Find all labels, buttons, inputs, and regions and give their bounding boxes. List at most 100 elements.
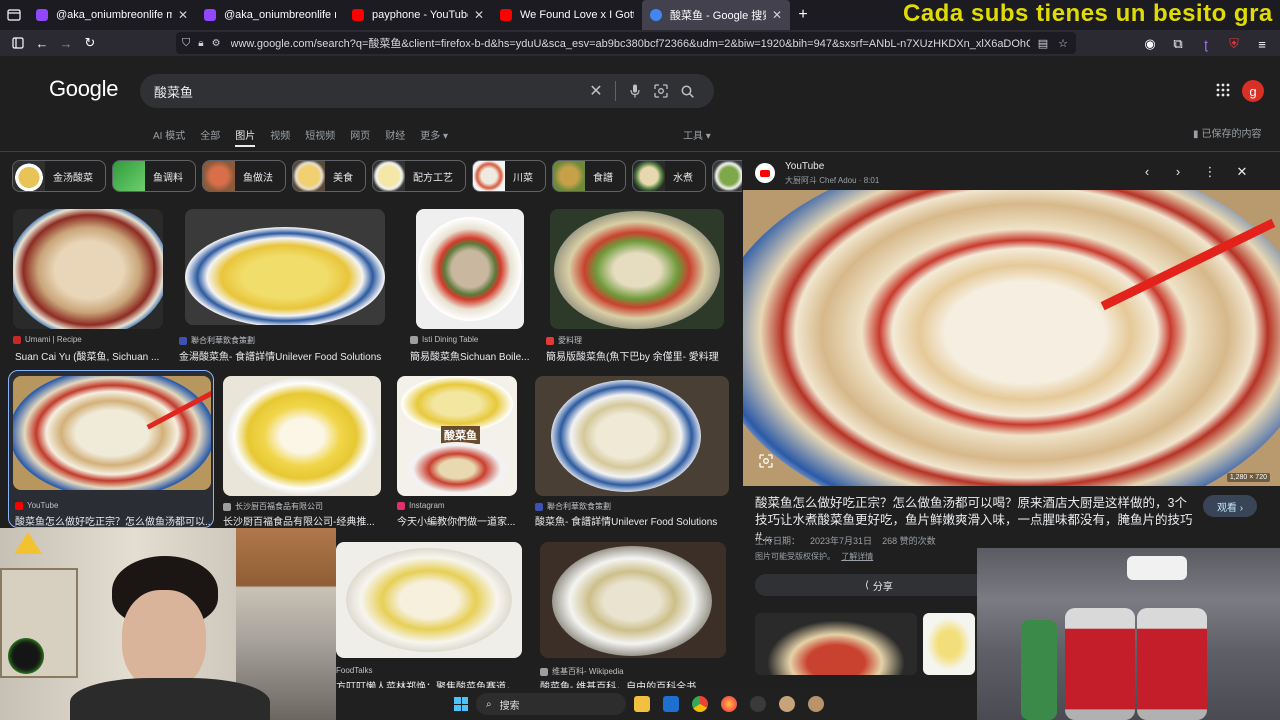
result-title[interactable]: 酸菜魚- 食譜詳情Unilever Food Solutions <box>535 513 735 528</box>
result-image[interactable] <box>535 376 729 496</box>
browser-tab-active[interactable]: 酸菜鱼 - Google 搜索 ✕ <box>642 0 790 30</box>
google-logo[interactable]: Google <box>49 76 118 102</box>
filter-chip[interactable]: 食譜 <box>552 160 626 192</box>
filter-chip[interactable]: 金汤酸菜 <box>12 160 106 192</box>
result-image[interactable] <box>13 209 163 329</box>
result-title[interactable]: 长沙厨百福食品有限公司-经典推... <box>223 513 383 528</box>
preview-site-name[interactable]: YouTube <box>785 161 824 172</box>
result-image[interactable] <box>550 209 724 329</box>
result-title[interactable]: 今天小編教你們做一道家... <box>397 513 521 528</box>
filter-chip[interactable]: 川味 <box>712 160 742 192</box>
clear-icon[interactable]: ✕ <box>583 78 609 104</box>
saved-content-link[interactable]: ▮ 已保存的内容 <box>1193 125 1262 140</box>
close-preview-icon[interactable]: ✕ <box>1234 164 1250 180</box>
google-lens-icon[interactable] <box>648 78 674 104</box>
back-icon[interactable]: ← <box>30 31 54 55</box>
search-icon[interactable] <box>674 78 700 104</box>
result-image[interactable] <box>185 209 385 325</box>
sidebar-icon[interactable] <box>6 31 30 55</box>
outlook-icon[interactable] <box>663 696 679 712</box>
image-result[interactable]: 聯合利華飲食策劃 金湯酸菜魚- 食譜詳情Unilever Food Soluti… <box>179 209 389 363</box>
image-result[interactable]: Isti Dining Table 簡易酸菜魚Sichuan Boile... <box>410 209 530 363</box>
tab-videos[interactable]: 视频 <box>270 127 290 142</box>
related-image[interactable] <box>923 613 975 675</box>
filter-chip[interactable]: 鱼做法 <box>202 160 286 192</box>
result-title[interactable]: Suan Cai Yu (酸菜鱼, Sichuan ... <box>15 348 163 363</box>
result-image[interactable] <box>223 376 381 496</box>
shield-icon[interactable]: ⛉ <box>182 37 190 50</box>
more-options-icon[interactable]: ⋮ <box>1202 164 1218 180</box>
filter-chip[interactable]: 川菜 <box>472 160 546 192</box>
filter-chip[interactable]: 鱼调料 <box>112 160 196 192</box>
next-result-icon[interactable]: › <box>1170 164 1186 179</box>
tab-more[interactable]: 更多 ▾ <box>420 127 448 142</box>
reload-icon[interactable]: ↻ <box>78 31 102 55</box>
windows-start-icon[interactable] <box>454 697 468 711</box>
menu-icon[interactable]: ≡ <box>1250 32 1274 56</box>
result-image[interactable] <box>416 209 524 329</box>
close-tab-icon[interactable]: ✕ <box>474 8 484 22</box>
result-title[interactable]: 金湯酸菜魚- 食譜詳情Unilever Food Solutions <box>179 348 389 363</box>
browser-tab[interactable]: @aka_oniumbreonlife me <box>196 0 344 30</box>
chrome-icon[interactable] <box>692 696 708 712</box>
bookmark-star-icon[interactable]: ☆ <box>1056 36 1070 50</box>
result-image[interactable] <box>540 542 726 658</box>
tab-web[interactable]: 网页 <box>350 127 370 142</box>
search-input[interactable]: 酸菜鱼 <box>154 82 583 101</box>
microphone-icon[interactable] <box>622 78 648 104</box>
visit-button[interactable]: 观看 › <box>1203 495 1257 517</box>
previous-result-icon[interactable]: ‹ <box>1139 164 1155 179</box>
url-text[interactable]: www.google.com/search?q=酸菜鱼&client=firef… <box>231 35 1030 51</box>
result-title[interactable]: 簡易酸菜魚Sichuan Boile... <box>410 348 530 363</box>
lock-icon[interactable]: 🔒︎ <box>198 38 203 49</box>
browser-tab[interactable]: payphone - YouTube ✕ <box>344 0 492 30</box>
tab-ai-mode[interactable]: AI 模式 <box>153 127 185 142</box>
forward-icon[interactable]: → <box>54 31 78 55</box>
result-image[interactable] <box>13 376 211 490</box>
google-lens-icon[interactable] <box>759 454 775 470</box>
permissions-icon[interactable]: ⚙ <box>212 38 221 49</box>
firefox-icon[interactable] <box>721 696 737 712</box>
reader-view-icon[interactable]: ▤ <box>1036 36 1050 50</box>
image-result[interactable]: FoodTalks 方叮叮懒人菜林郑焕：聚焦酸菜鱼赛道，... <box>336 542 526 693</box>
avatar[interactable]: g <box>1242 80 1264 102</box>
app-icon[interactable] <box>808 696 824 712</box>
tab-list-icon[interactable] <box>0 0 28 30</box>
search-box[interactable]: 酸菜鱼 ✕ <box>140 74 714 108</box>
tab-short-videos[interactable]: 短视频 <box>305 127 335 142</box>
filter-chip[interactable]: 美食 <box>292 160 366 192</box>
image-result[interactable]: 维基百科- Wikipedia 酸菜魚- 维基百科，自由的百科全书 <box>540 542 740 693</box>
result-image[interactable]: 酸菜鱼 <box>397 376 517 496</box>
extensions-icon[interactable]: ⧉ <box>1166 32 1190 56</box>
twitch-extension-icon[interactable]: ʈ <box>1194 32 1218 56</box>
image-result[interactable]: 聯合利華飲食策劃 酸菜魚- 食譜詳情Unilever Food Solution… <box>535 376 735 528</box>
image-result[interactable]: YouTube 酸菜鱼怎么做好吃正宗？怎么做鱼汤都可以... <box>13 376 213 528</box>
app-icon[interactable] <box>750 696 766 712</box>
shield-extension-icon[interactable]: ⛨ <box>1222 32 1246 56</box>
image-result[interactable]: 愛料理 簡易版酸菜魚(魚下巴by 余僅里- 愛料理 <box>546 209 726 363</box>
image-result[interactable]: 长沙厨百福食品有限公司 长沙厨百福食品有限公司-经典推... <box>223 376 383 528</box>
result-title[interactable]: 酸菜鱼怎么做好吃正宗？怎么做鱼汤都可以... <box>15 513 211 528</box>
taskbar-search[interactable]: ⌕ 搜索 <box>476 693 626 715</box>
filter-chip[interactable]: 配方工艺 <box>372 160 466 192</box>
image-result[interactable]: 酸菜鱼 Instagram 今天小編教你們做一道家... <box>397 376 521 528</box>
close-tab-icon[interactable]: ✕ <box>178 8 188 22</box>
account-icon[interactable]: ◉ <box>1138 32 1162 56</box>
close-tab-icon[interactable]: ✕ <box>772 8 782 22</box>
new-tab-button[interactable]: + <box>790 2 816 28</box>
result-image[interactable] <box>336 542 522 658</box>
tab-finance[interactable]: 财经 <box>385 127 405 142</box>
related-image[interactable] <box>755 613 917 675</box>
preview-image[interactable]: 1,280 × 720 <box>743 190 1280 486</box>
file-explorer-icon[interactable] <box>634 696 650 712</box>
browser-tab[interactable]: We Found Love x I Gotta <box>492 0 642 30</box>
google-apps-icon[interactable] <box>1216 83 1230 100</box>
url-bar[interactable]: ⛉ 🔒︎ ⚙ www.google.com/search?q=酸菜鱼&clien… <box>176 32 1076 54</box>
browser-tab[interactable]: @aka_oniumbreonlife me ✕ <box>28 0 196 30</box>
app-icon[interactable] <box>779 696 795 712</box>
result-title[interactable]: 簡易版酸菜魚(魚下巴by 余僅里- 愛料理 <box>546 348 726 363</box>
image-result[interactable]: Umami | Recipe Suan Cai Yu (酸菜鱼, Sichuan… <box>13 209 163 363</box>
tools-button[interactable]: 工具 ▾ <box>683 127 711 142</box>
filter-chip[interactable]: 水煮 <box>632 160 706 192</box>
learn-more-link[interactable]: 了解详情 <box>841 552 873 561</box>
